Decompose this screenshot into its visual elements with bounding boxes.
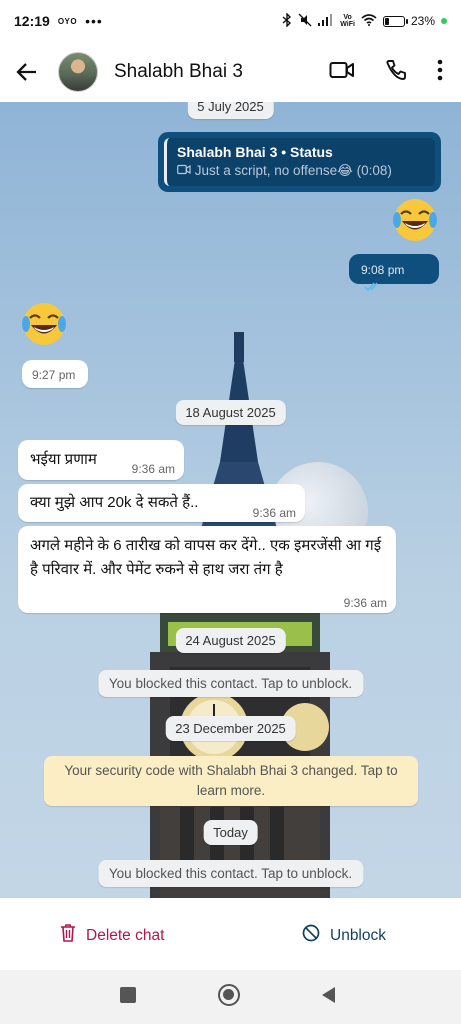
more-options-icon[interactable] xyxy=(437,59,443,86)
blocked-actions-bar: Delete chat Unblock xyxy=(0,898,461,970)
blocked-notice[interactable]: You blocked this contact. Tap to unblock… xyxy=(97,860,364,887)
date-separator: 24 August 2025 xyxy=(175,628,286,653)
incoming-message[interactable]: अगले महीने के 6 तारीख को वापस कर देंगे..… xyxy=(18,526,396,613)
status-reply-quote[interactable]: Shalabh Bhai 3 • Status Just a script, n… xyxy=(158,132,441,192)
bluetooth-icon xyxy=(282,11,292,30)
message-time: 9:36 am xyxy=(343,596,387,610)
privacy-indicator-dot xyxy=(441,18,447,24)
recent-apps-icon[interactable] xyxy=(120,987,136,1003)
incoming-message[interactable]: भईया प्रणाम 9:36 am xyxy=(18,440,184,480)
date-separator: 18 August 2025 xyxy=(175,400,286,425)
incoming-time-bubble: 9:27 pm xyxy=(22,360,88,388)
home-icon[interactable] xyxy=(218,984,240,1006)
incoming-message[interactable]: क्या मुझे आप 20k दे सकते हैं.. 9:36 am xyxy=(18,484,305,522)
video-call-icon[interactable] xyxy=(329,60,355,85)
chat-header: Shalabh Bhai 3 xyxy=(0,42,461,102)
security-code-notice[interactable]: Your security code with Shalabh Bhai 3 c… xyxy=(44,756,418,806)
message-time: 9:36 am xyxy=(131,462,175,476)
unblock-label: Unblock xyxy=(330,926,386,944)
blocked-notice[interactable]: You blocked this contact. Tap to unblock… xyxy=(97,670,364,697)
date-separator: 5 July 2025 xyxy=(187,102,274,119)
reply-quote-text: Just a script, no offense😂 (0:08) xyxy=(194,163,392,178)
laughing-emoji-icon xyxy=(393,199,437,241)
delete-chat-label: Delete chat xyxy=(86,926,165,944)
battery-icon xyxy=(382,15,408,27)
mute-icon xyxy=(298,13,312,30)
message-text: क्या मुझे आप 20k दे सकते हैं.. xyxy=(30,494,199,511)
unblock-button[interactable]: Unblock xyxy=(302,924,386,947)
message-time: 9:36 am xyxy=(252,506,296,520)
trash-icon xyxy=(60,924,76,947)
chat-area[interactable]: 5 July 2025 Shalabh Bhai 3 • Status Just… xyxy=(0,102,461,898)
contact-avatar[interactable] xyxy=(58,52,98,92)
reply-quote-title: Shalabh Bhai 3 • Status xyxy=(177,144,333,160)
delete-chat-button[interactable]: Delete chat xyxy=(60,924,164,947)
wifi-icon xyxy=(361,13,377,29)
message-text: भईया प्रणाम xyxy=(30,451,97,468)
phone-icon[interactable] xyxy=(385,59,407,86)
vowifi-icon: Vo WiFi xyxy=(340,14,355,28)
date-separator: 23 December 2025 xyxy=(165,716,296,741)
battery-percent: 23% xyxy=(410,14,435,28)
outgoing-time-bubble: 9:08 pm xyxy=(349,254,439,292)
system-nav-bar xyxy=(0,970,461,1024)
date-separator: Today xyxy=(203,820,258,845)
block-icon xyxy=(302,924,320,947)
back-nav-icon[interactable] xyxy=(320,986,336,1009)
message-text: अगले महीने के 6 तारीख को वापस कर देंगे..… xyxy=(30,537,382,578)
video-status-icon xyxy=(177,163,195,178)
more-notifications-icon: ••• xyxy=(85,13,103,29)
double-check-icon xyxy=(361,279,381,296)
oyo-notification-icon: OYO xyxy=(57,16,78,26)
contact-name[interactable]: Shalabh Bhai 3 xyxy=(114,61,243,83)
back-arrow-icon[interactable] xyxy=(10,55,44,89)
status-time: 12:19 xyxy=(14,13,50,29)
laughing-emoji-icon xyxy=(22,303,66,345)
signal-icon xyxy=(318,13,334,29)
reply-quote-subtitle: Just a script, no offense😂 (0:08) xyxy=(177,163,425,179)
message-time: 9:27 pm xyxy=(32,368,76,382)
message-time: 9:08 pm xyxy=(361,263,405,277)
status-bar: 12:19 OYO ••• Vo WiFi 23% xyxy=(0,0,461,42)
